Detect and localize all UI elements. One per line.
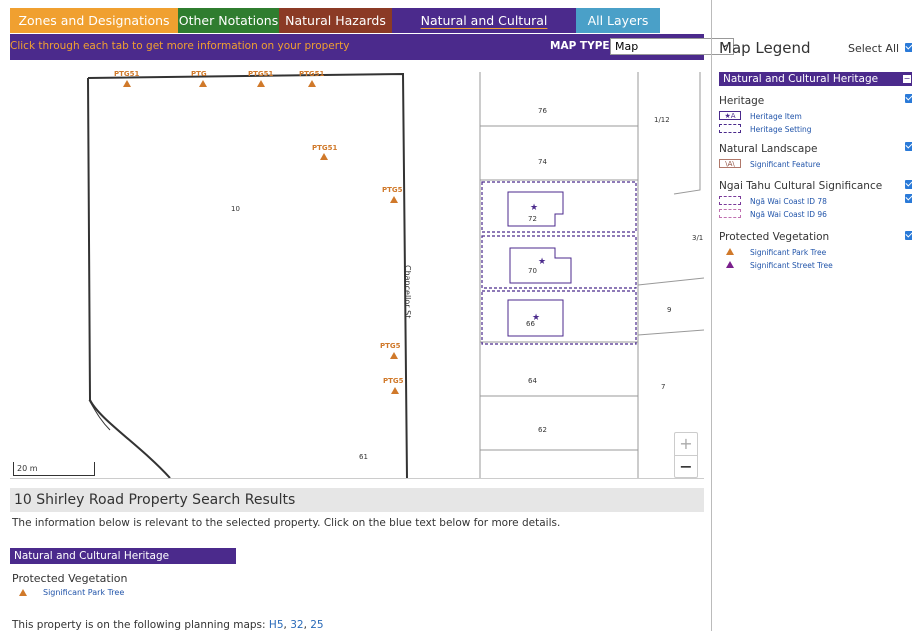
significant-park-tree-link[interactable]: Significant Park Tree	[43, 588, 124, 597]
tab-zones-and-designations[interactable]: Zones and Designations	[10, 8, 178, 33]
parcel-number: 72	[528, 215, 537, 223]
ngai-tahu-checkbox[interactable]	[905, 180, 912, 189]
legend-item-significant-street-tree[interactable]: Significant Street Tree	[750, 261, 833, 270]
scale-label: 20 m	[17, 464, 38, 473]
parcel-number: 7	[661, 383, 666, 391]
results-heading: 10 Shirley Road Property Search Results	[10, 488, 704, 512]
natural-landscape-checkbox[interactable]	[905, 142, 912, 151]
parcel-number: 62	[538, 426, 547, 434]
legend-title: Map Legend	[719, 39, 811, 57]
ptg-label: PTG5	[380, 342, 401, 350]
planning-maps-line: This property is on the following planni…	[12, 619, 324, 631]
planning-map-link-25[interactable]: 25	[310, 619, 323, 631]
parcel-number: 10	[231, 205, 240, 213]
tab-natural-and-cultural-heritage[interactable]: Natural and Cultural Heritage	[392, 8, 576, 53]
legend-group-heritage: Heritage	[719, 95, 765, 107]
parcel-number: 76	[538, 107, 547, 115]
results-description: The information below is relevant to the…	[12, 517, 561, 529]
results-subsection: Protected Vegetation	[12, 572, 128, 585]
parcel-number: 64	[528, 377, 537, 385]
ptg-label: PTG	[191, 70, 207, 78]
ptg-label: PTG5	[382, 186, 403, 194]
parcel-number: 70	[528, 267, 537, 275]
park-tree-marker-icon[interactable]	[390, 196, 398, 203]
ptg-label: PTG51	[299, 70, 325, 78]
scale-bar: 20 m	[13, 462, 95, 476]
legend-item-heritage-item[interactable]: Heritage Item	[750, 112, 802, 121]
park-tree-icon	[19, 589, 27, 596]
parcel-number: 3/1	[692, 234, 704, 242]
parcel-number: 74	[538, 158, 547, 166]
parcel-number: 66	[526, 320, 535, 328]
significant-feature-swatch: \A\	[719, 159, 741, 168]
zoom-out-button[interactable]: −	[675, 456, 697, 478]
toolbar-hint: Click through each tab to get more infor…	[10, 40, 350, 52]
legend-item-nga-wai-78[interactable]: Ngā Wai Coast ID 78	[750, 197, 827, 206]
planning-map-link-32[interactable]: 32	[290, 619, 303, 631]
park-tree-marker-icon[interactable]	[390, 352, 398, 359]
map-type-label: MAP TYPE	[550, 40, 610, 52]
park-tree-marker-icon[interactable]	[199, 80, 207, 87]
map-canvas[interactable]: ★ ★ ★ PTG51 PTG PTG51 PTG51 PTG51 PTG5 P…	[10, 60, 704, 479]
legend-item-heritage-setting[interactable]: Heritage Setting	[750, 125, 812, 134]
ptg-label: PTG5	[383, 377, 404, 385]
zoom-in-button[interactable]: +	[675, 433, 697, 456]
ptg-label: PTG51	[114, 70, 140, 78]
parcel-number: 9	[667, 306, 672, 314]
parcel-number: 61	[359, 453, 368, 461]
tab-other-notations[interactable]: Other Notations	[178, 8, 279, 33]
park-tree-marker-icon[interactable]	[391, 387, 399, 394]
park-tree-marker-icon[interactable]	[123, 80, 131, 87]
heritage-item-swatch: ★A	[719, 111, 741, 120]
heritage-setting-swatch	[719, 124, 741, 133]
heritage-checkbox[interactable]	[905, 94, 912, 103]
heritage-item-star-icon[interactable]: ★	[538, 257, 546, 267]
legend-divider	[711, 0, 712, 631]
heritage-item-star-icon[interactable]: ★	[530, 203, 538, 213]
park-tree-marker-icon[interactable]	[257, 80, 265, 87]
significant-street-tree-icon	[726, 261, 734, 268]
park-tree-marker-icon[interactable]	[308, 80, 316, 87]
legend-group-natural-landscape: Natural Landscape	[719, 143, 818, 155]
legend-item-significant-park-tree[interactable]: Significant Park Tree	[750, 248, 826, 257]
legend-item-significant-feature[interactable]: Significant Feature	[750, 160, 820, 169]
street-label: Chancellor St	[403, 265, 412, 319]
map-drawing	[87, 72, 704, 478]
tab-all-layers[interactable]: All Layers	[576, 8, 660, 33]
results-section-title: Natural and Cultural Heritage	[10, 548, 236, 564]
protected-vegetation-checkbox[interactable]	[905, 231, 912, 240]
map-toolbar: Click through each tab to get more infor…	[10, 34, 734, 60]
significant-park-tree-icon	[726, 248, 734, 255]
nga-wai-96-swatch	[719, 209, 741, 218]
select-all-checkbox[interactable]	[905, 43, 912, 52]
select-all-label: Select All	[848, 42, 900, 55]
parcel-number: 1/12	[654, 116, 670, 124]
park-tree-marker-icon[interactable]	[320, 153, 328, 160]
ngai-tahu-sub-checkbox[interactable]	[905, 194, 912, 203]
collapse-icon[interactable]: −	[903, 75, 911, 83]
legend-group-protected-vegetation: Protected Vegetation	[719, 231, 830, 243]
planning-maps-prefix: This property is on the following planni…	[12, 619, 269, 631]
nga-wai-78-swatch	[719, 196, 741, 205]
map-type-value: Map	[615, 40, 639, 53]
ptg-label: PTG51	[312, 144, 338, 152]
ptg-label: PTG51	[248, 70, 274, 78]
legend-section-title: Natural and Cultural Heritage	[723, 73, 879, 85]
legend-group-ngai-tahu: Ngai Tahu Cultural Significance	[719, 180, 883, 192]
tab-natural-hazards[interactable]: Natural Hazards	[279, 8, 392, 33]
planning-map-link-h5[interactable]: H5	[269, 619, 284, 631]
map-type-select[interactable]: Map ⌄	[610, 38, 734, 55]
legend-section-header[interactable]: Natural and Cultural Heritage −	[719, 72, 912, 86]
legend-item-nga-wai-96[interactable]: Ngā Wai Coast ID 96	[750, 210, 827, 219]
zoom-control: + −	[674, 432, 698, 478]
